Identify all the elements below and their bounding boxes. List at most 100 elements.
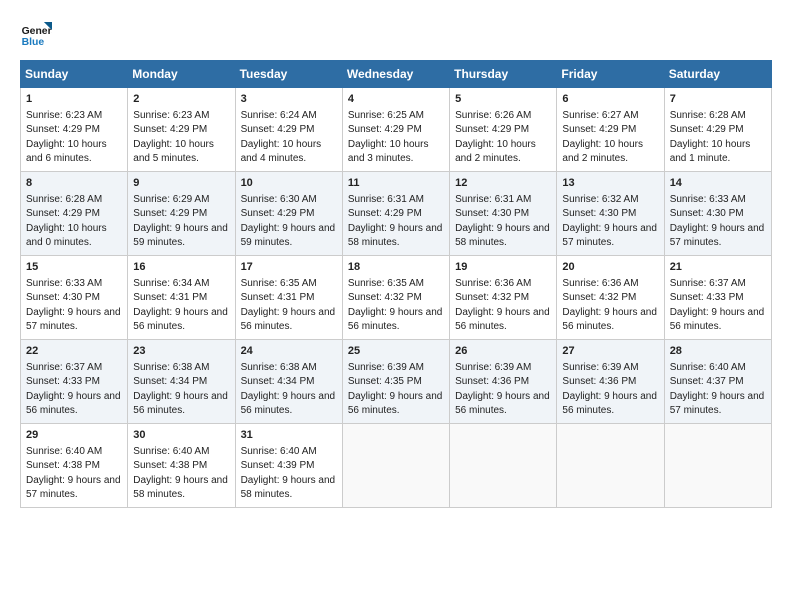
day-number: 1 — [26, 92, 122, 108]
sunset: Sunset: 4:29 PM — [348, 124, 422, 135]
sunrise: Sunrise: 6:30 AM — [241, 194, 317, 205]
day-number: 11 — [348, 176, 444, 192]
sunrise: Sunrise: 6:40 AM — [26, 446, 102, 457]
sunrise: Sunrise: 6:33 AM — [26, 278, 102, 289]
day-number: 5 — [455, 92, 551, 108]
day-number: 12 — [455, 176, 551, 192]
daylight: Daylight: 9 hours and 57 minutes. — [562, 223, 657, 249]
sunrise: Sunrise: 6:35 AM — [348, 278, 424, 289]
logo-icon: General Blue — [20, 18, 52, 50]
day-number: 7 — [670, 92, 766, 108]
sunset: Sunset: 4:36 PM — [455, 376, 529, 387]
calendar-cell: 23Sunrise: 6:38 AMSunset: 4:34 PMDayligh… — [128, 339, 235, 423]
sunset: Sunset: 4:35 PM — [348, 376, 422, 387]
daylight: Daylight: 9 hours and 56 minutes. — [455, 307, 550, 333]
sunrise: Sunrise: 6:39 AM — [348, 362, 424, 373]
daylight: Daylight: 9 hours and 56 minutes. — [670, 307, 765, 333]
daylight: Daylight: 10 hours and 3 minutes. — [348, 139, 429, 165]
daylight: Daylight: 9 hours and 56 minutes. — [348, 391, 443, 417]
daylight: Daylight: 9 hours and 57 minutes. — [26, 307, 121, 333]
calendar-cell: 17Sunrise: 6:35 AMSunset: 4:31 PMDayligh… — [235, 255, 342, 339]
daylight: Daylight: 9 hours and 58 minutes. — [348, 223, 443, 249]
daylight: Daylight: 10 hours and 2 minutes. — [562, 139, 643, 165]
calendar-cell: 16Sunrise: 6:34 AMSunset: 4:31 PMDayligh… — [128, 255, 235, 339]
calendar-cell: 24Sunrise: 6:38 AMSunset: 4:34 PMDayligh… — [235, 339, 342, 423]
week-row-2: 8 Sunrise: 6:28 AM Sunset: 4:29 PM Daylight… — [21, 171, 772, 255]
sunset: Sunset: 4:29 PM — [26, 124, 100, 135]
calendar-table: SundayMondayTuesdayWednesdayThursdayFrid… — [20, 60, 772, 508]
calendar-cell: 28Sunrise: 6:40 AMSunset: 4:37 PMDayligh… — [664, 339, 771, 423]
sunrise: Sunrise: 6:39 AM — [455, 362, 531, 373]
daylight: Daylight: 9 hours and 56 minutes. — [562, 307, 657, 333]
day-number: 16 — [133, 260, 229, 276]
day-number: 3 — [241, 92, 337, 108]
calendar-cell: 22Sunrise: 6:37 AMSunset: 4:33 PMDayligh… — [21, 339, 128, 423]
day-number: 25 — [348, 344, 444, 360]
day-number: 8 — [26, 176, 122, 192]
sunrise: Sunrise: 6:31 AM — [348, 194, 424, 205]
day-number: 20 — [562, 260, 658, 276]
calendar-cell: 1Sunrise: 6:23 AMSunset: 4:29 PMDaylight… — [21, 88, 128, 172]
daylight: Daylight: 9 hours and 56 minutes. — [26, 391, 121, 417]
daylight: Daylight: 9 hours and 56 minutes. — [348, 307, 443, 333]
week-row-5: 29Sunrise: 6:40 AMSunset: 4:38 PMDayligh… — [21, 423, 772, 507]
sunset: Sunset: 4:29 PM — [133, 208, 207, 219]
svg-text:General: General — [22, 26, 52, 37]
calendar-cell: 27Sunrise: 6:39 AMSunset: 4:36 PMDayligh… — [557, 339, 664, 423]
daylight: Daylight: 9 hours and 58 minutes. — [133, 475, 228, 501]
day-number: 15 — [26, 260, 122, 276]
calendar-cell: 29Sunrise: 6:40 AMSunset: 4:38 PMDayligh… — [21, 423, 128, 507]
sunset: Sunset: 4:32 PM — [562, 292, 636, 303]
calendar-cell — [450, 423, 557, 507]
logo: General Blue — [20, 18, 56, 50]
day-number: 31 — [241, 428, 337, 444]
header-row: General Blue — [20, 18, 772, 50]
sunrise: Sunrise: 6:28 AM — [670, 110, 746, 121]
sunset: Sunset: 4:31 PM — [241, 292, 315, 303]
daylight: Daylight: 9 hours and 56 minutes. — [455, 391, 550, 417]
daylight: Daylight: 10 hours and 0 minutes. — [26, 223, 107, 249]
daylight: Daylight: 9 hours and 56 minutes. — [133, 307, 228, 333]
daylight: Daylight: 9 hours and 57 minutes. — [670, 223, 765, 249]
calendar-cell: 11 Sunrise: 6:31 AM Sunset: 4:29 PM Dayligh… — [342, 171, 449, 255]
calendar-cell: 19Sunrise: 6:36 AMSunset: 4:32 PMDayligh… — [450, 255, 557, 339]
sunset: Sunset: 4:29 PM — [562, 124, 636, 135]
week-row-4: 22Sunrise: 6:37 AMSunset: 4:33 PMDayligh… — [21, 339, 772, 423]
sunset: Sunset: 4:29 PM — [348, 208, 422, 219]
sunset: Sunset: 4:30 PM — [26, 292, 100, 303]
day-number: 13 — [562, 176, 658, 192]
sunrise: Sunrise: 6:40 AM — [241, 446, 317, 457]
calendar-cell: 12Sunrise: 6:31 AMSunset: 4:30 PMDayligh… — [450, 171, 557, 255]
daylight: Daylight: 10 hours and 4 minutes. — [241, 139, 322, 165]
calendar-cell: 5Sunrise: 6:26 AMSunset: 4:29 PMDaylight… — [450, 88, 557, 172]
calendar-cell: 31 Sunrise: 6:40 AM Sunset: 4:39 PM Dayligh… — [235, 423, 342, 507]
daylight: Daylight: 9 hours and 59 minutes. — [133, 223, 228, 249]
calendar-cell: 26Sunrise: 6:39 AMSunset: 4:36 PMDayligh… — [450, 339, 557, 423]
sunset: Sunset: 4:39 PM — [241, 460, 315, 471]
calendar-cell — [342, 423, 449, 507]
daylight: Daylight: 9 hours and 58 minutes. — [241, 475, 336, 501]
day-number: 4 — [348, 92, 444, 108]
day-number: 18 — [348, 260, 444, 276]
daylight: Daylight: 10 hours and 2 minutes. — [455, 139, 536, 165]
calendar-cell: 4 Sunrise: 6:25 AM Sunset: 4:29 PM Daylight… — [342, 88, 449, 172]
day-number: 2 — [133, 92, 229, 108]
sunrise: Sunrise: 6:25 AM — [348, 110, 424, 121]
day-number: 6 — [562, 92, 658, 108]
daylight: Daylight: 10 hours and 1 minute. — [670, 139, 751, 165]
calendar-cell: 15 Sunrise: 6:33 AM Sunset: 4:30 PM Dayligh… — [21, 255, 128, 339]
day-number: 9 — [133, 176, 229, 192]
sunset: Sunset: 4:34 PM — [133, 376, 207, 387]
day-number: 23 — [133, 344, 229, 360]
calendar-cell: 30Sunrise: 6:40 AMSunset: 4:38 PMDayligh… — [128, 423, 235, 507]
calendar-cell: 7Sunrise: 6:28 AMSunset: 4:29 PMDaylight… — [664, 88, 771, 172]
sunrise: Sunrise: 6:26 AM — [455, 110, 531, 121]
daylight: Daylight: 9 hours and 59 minutes. — [241, 223, 336, 249]
sunset: Sunset: 4:37 PM — [670, 376, 744, 387]
sunrise: Sunrise: 6:28 AM — [26, 194, 102, 205]
sunrise: Sunrise: 6:33 AM — [670, 194, 746, 205]
sunrise: Sunrise: 6:32 AM — [562, 194, 638, 205]
sunrise: Sunrise: 6:38 AM — [241, 362, 317, 373]
sunrise: Sunrise: 6:35 AM — [241, 278, 317, 289]
sunset: Sunset: 4:33 PM — [670, 292, 744, 303]
